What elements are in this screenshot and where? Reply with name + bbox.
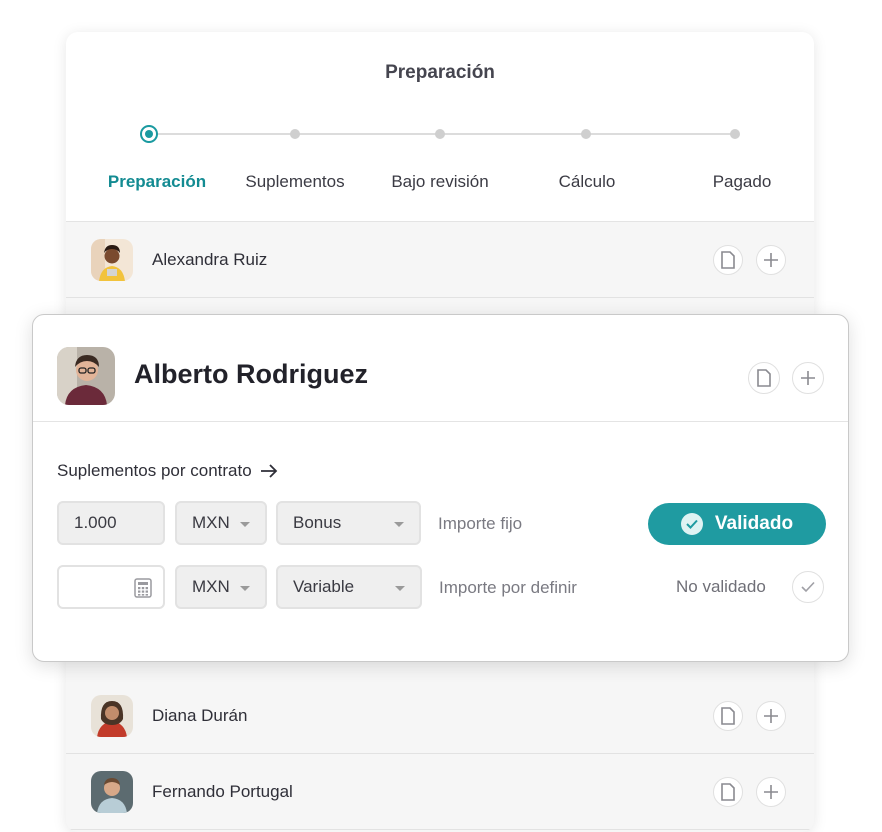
plus-icon bbox=[801, 371, 815, 385]
list-item[interactable]: Fernando Portugal bbox=[66, 754, 814, 830]
list-item[interactable]: Alexandra Ruiz bbox=[66, 222, 814, 298]
document-icon bbox=[721, 783, 735, 801]
avatar bbox=[91, 695, 133, 737]
validated-button[interactable]: Validado bbox=[648, 503, 826, 545]
step-dot-suplementos[interactable] bbox=[290, 129, 300, 139]
document-button[interactable] bbox=[748, 362, 780, 394]
chevron-down-icon bbox=[394, 522, 404, 527]
stepper-title: Preparación bbox=[385, 62, 495, 83]
amount-value: 1.000 bbox=[74, 513, 117, 532]
amount-input[interactable] bbox=[57, 565, 165, 609]
amount-input[interactable]: 1.000 bbox=[57, 501, 165, 545]
document-button[interactable] bbox=[713, 701, 743, 731]
add-button[interactable] bbox=[756, 777, 786, 807]
detail-header: Alberto Rodriguez bbox=[33, 315, 848, 422]
step-label-bajo-revision[interactable]: Bajo revisión bbox=[391, 172, 488, 192]
person-name: Diana Durán bbox=[152, 706, 248, 725]
currency-value: MXN bbox=[192, 513, 230, 532]
chevron-down-icon bbox=[240, 586, 250, 591]
person-name: Fernando Portugal bbox=[152, 782, 293, 801]
add-button[interactable] bbox=[756, 701, 786, 731]
validate-button[interactable] bbox=[792, 571, 824, 603]
document-button[interactable] bbox=[713, 777, 743, 807]
step-label-calculo[interactable]: Cálculo bbox=[559, 172, 616, 192]
calculator-icon[interactable] bbox=[134, 578, 152, 598]
chevron-down-icon bbox=[240, 522, 250, 527]
document-icon bbox=[721, 707, 735, 725]
avatar bbox=[91, 771, 133, 813]
check-icon bbox=[680, 513, 703, 535]
status-text: No validado bbox=[676, 577, 766, 596]
person-name: Alexandra Ruiz bbox=[152, 250, 268, 269]
currency-select[interactable]: MXN bbox=[175, 565, 267, 609]
amount-hint: Importe por definir bbox=[439, 578, 577, 597]
step-label-pagado[interactable]: Pagado bbox=[713, 172, 772, 192]
step-dot-pagado[interactable] bbox=[730, 129, 740, 139]
step-dot-preparacion[interactable] bbox=[140, 125, 158, 143]
document-icon bbox=[721, 251, 735, 269]
add-button[interactable] bbox=[792, 362, 824, 394]
step-dot-bajo-revision[interactable] bbox=[435, 129, 445, 139]
chevron-down-icon bbox=[395, 586, 405, 591]
suplementos-por-contrato-link[interactable]: Suplementos por contrato bbox=[57, 461, 278, 481]
section-link-label: Suplementos por contrato bbox=[57, 461, 252, 480]
currency-select[interactable]: MXN bbox=[175, 501, 267, 545]
plus-icon bbox=[764, 709, 778, 723]
type-value: Variable bbox=[293, 577, 355, 596]
step-dot-calculo[interactable] bbox=[581, 129, 591, 139]
currency-value: MXN bbox=[192, 577, 230, 596]
amount-hint: Importe fijo bbox=[438, 514, 523, 533]
stepper-header: Preparación Preparación Suplementos Bajo… bbox=[66, 32, 814, 222]
check-icon bbox=[801, 581, 815, 593]
avatar bbox=[57, 347, 115, 405]
step-label-suplementos[interactable]: Suplementos bbox=[245, 172, 344, 192]
add-button[interactable] bbox=[756, 245, 786, 275]
step-label-preparacion[interactable]: Preparación bbox=[108, 172, 206, 192]
plus-icon bbox=[764, 785, 778, 799]
type-select[interactable]: Bonus bbox=[276, 501, 421, 545]
list-item[interactable]: Diana Durán bbox=[66, 678, 814, 754]
document-button[interactable] bbox=[713, 245, 743, 275]
employee-name: Alberto Rodriguez bbox=[134, 359, 368, 389]
arrow-right-icon bbox=[260, 464, 277, 478]
type-select[interactable]: Variable bbox=[276, 565, 422, 609]
document-icon bbox=[757, 369, 771, 387]
employee-detail-card: Alberto Rodriguez Suplementos por contra… bbox=[32, 314, 849, 662]
avatar bbox=[91, 239, 133, 281]
type-value: Bonus bbox=[293, 513, 342, 532]
validated-label: Validado bbox=[714, 513, 794, 534]
plus-icon bbox=[764, 253, 778, 267]
